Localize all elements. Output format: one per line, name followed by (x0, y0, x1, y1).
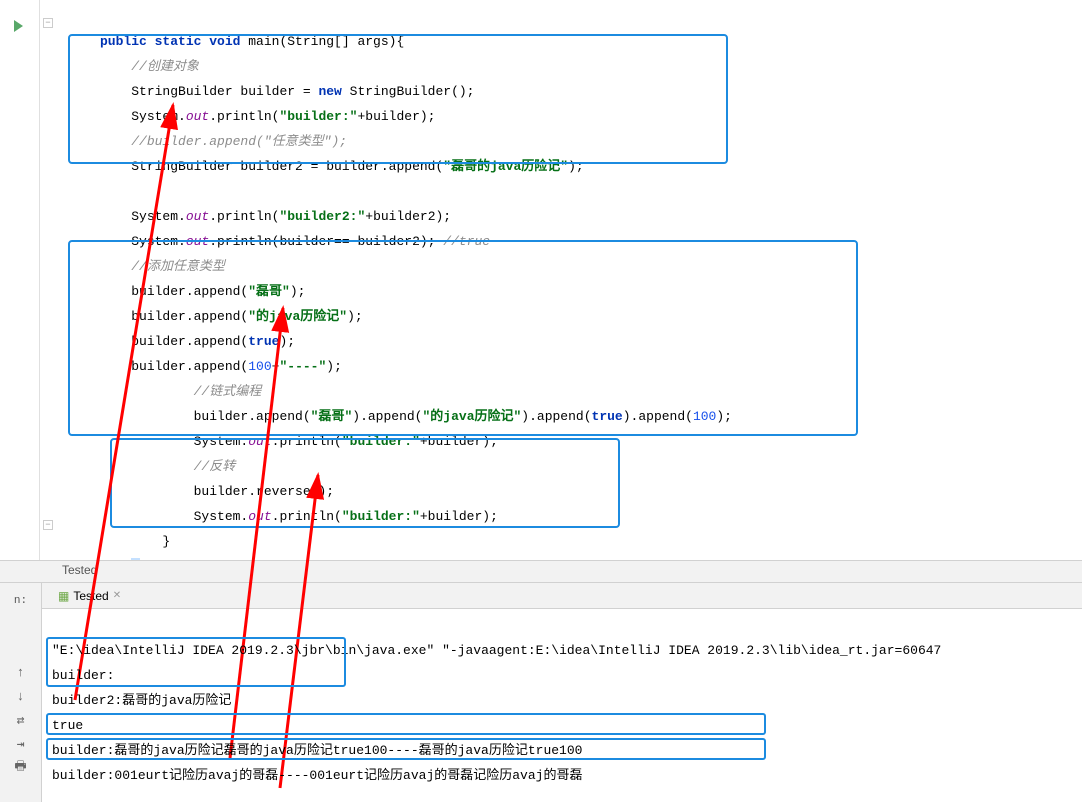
code-text: StringBuilder(); (342, 84, 475, 99)
code-text: System. (131, 234, 186, 249)
console-toolbar: n: ↑ ↓ ⇄ ⇥ 🖶 (0, 583, 42, 802)
code-text: .println( (209, 209, 279, 224)
fold-gutter: − − (40, 0, 60, 560)
console-line: "E:\idea\IntelliJ IDEA 2019.2.3\jbr\bin\… (52, 643, 941, 658)
code-text: System. (194, 434, 249, 449)
code-string: "----" (279, 359, 326, 374)
code-string: "磊哥" (311, 409, 353, 424)
code-text: ); (716, 409, 732, 424)
code-string: "磊哥" (248, 284, 290, 299)
print-icon[interactable]: 🖶 (12, 759, 30, 777)
code-text: ).append( (352, 409, 422, 424)
run-icon[interactable] (14, 20, 23, 32)
code-number: 100 (693, 409, 716, 424)
breadcrumb-item[interactable]: Tested (62, 563, 97, 577)
code-string: "磊哥的java历险记" (443, 159, 568, 174)
code-string: "builder2:" (279, 209, 365, 224)
code-text: ); (279, 334, 295, 349)
fold-minus-icon[interactable]: − (43, 18, 53, 28)
console-main: ▦ Tested ✕ "E:\idea\IntelliJ IDEA 2019.2… (42, 583, 1082, 802)
code-text: System. (194, 509, 249, 524)
code-number: 100 (248, 359, 271, 374)
code-text: ); (290, 284, 306, 299)
code-string: "builder:" (342, 434, 420, 449)
code-keyword: public static void (100, 34, 240, 49)
code-text: StringBuilder builder2 = builder.append( (131, 159, 443, 174)
code-text: .println( (272, 434, 342, 449)
console-line: builder2:磊哥的java历险记 (52, 693, 231, 708)
code-field: out (248, 434, 271, 449)
code-comment: //添加任意类型 (131, 259, 225, 274)
caret (131, 558, 140, 560)
run-gutter (0, 0, 40, 560)
breadcrumb: Tested (0, 560, 1082, 582)
code-comment: //反转 (194, 459, 236, 474)
code-editor[interactable]: public static void main(String[] args){ … (60, 0, 1082, 560)
code-text: +builder2); (365, 209, 451, 224)
code-comment: //true (443, 234, 490, 249)
code-text: +builder); (357, 109, 435, 124)
code-text: builder.append( (131, 309, 248, 324)
code-field: out (248, 509, 271, 524)
code-text: ).append( (521, 409, 591, 424)
code-text: System. (131, 109, 186, 124)
tab-tested[interactable]: ▦ Tested ✕ (52, 587, 127, 605)
console-line: builder: (52, 668, 114, 683)
code-string: "的java历险记" (422, 409, 521, 424)
code-text: .println( (209, 109, 279, 124)
code-text: System. (131, 209, 186, 224)
console-tabs: ▦ Tested ✕ (42, 583, 1082, 609)
code-text: builder.append( (131, 334, 248, 349)
code-field: out (186, 234, 209, 249)
code-brace: } (162, 534, 170, 549)
code-field: out (186, 209, 209, 224)
code-string: "builder:" (279, 109, 357, 124)
code-text: ); (568, 159, 584, 174)
code-field: out (186, 109, 209, 124)
wrap-icon[interactable]: ⇄ (12, 711, 30, 729)
close-icon[interactable]: ✕ (113, 590, 121, 601)
code-keyword: new (318, 84, 341, 99)
code-string: "的java历险记" (248, 309, 347, 324)
scroll-lock-icon[interactable]: ⇥ (12, 735, 30, 753)
fold-minus-icon[interactable]: − (43, 520, 53, 530)
code-text: builder.append( (131, 284, 248, 299)
console-line: builder:001eurt记险历avaj的哥磊----001eurt记险历a… (52, 768, 582, 783)
code-text: ).append( (623, 409, 693, 424)
run-label: n: (12, 589, 29, 613)
code-text: StringBuilder builder = (131, 84, 318, 99)
editor-pane: − − public static void main(String[] arg… (0, 0, 1082, 560)
console-output[interactable]: "E:\idea\IntelliJ IDEA 2019.2.3\jbr\bin\… (42, 609, 1082, 802)
code-brace: } (140, 559, 148, 560)
down-icon[interactable]: ↓ (12, 687, 30, 705)
code-comment: //创建对象 (131, 59, 199, 74)
annotation-box (46, 713, 766, 735)
code-text: +builder); (420, 509, 498, 524)
code-comment: //链式编程 (194, 384, 262, 399)
console-line: builder:磊哥的java历险记磊哥的java历险记true100----磊… (52, 743, 582, 758)
code-comment: //builder.append("任意类型"); (131, 134, 347, 149)
code-text: builder.reverse(); (194, 484, 334, 499)
up-icon[interactable]: ↑ (12, 663, 30, 681)
code-text: main(String[] args){ (240, 34, 404, 49)
tab-label: Tested (73, 589, 108, 603)
code-text: builder.append( (131, 359, 248, 374)
code-keyword: true (592, 409, 623, 424)
code-text: +builder); (420, 434, 498, 449)
run-tool-window: n: ↑ ↓ ⇄ ⇥ 🖶 ▦ Tested ✕ "E:\idea\Intelli… (0, 582, 1082, 802)
code-keyword: true (248, 334, 279, 349)
code-text: ); (347, 309, 363, 324)
code-text: ); (326, 359, 342, 374)
code-text: builder.append( (194, 409, 311, 424)
code-text: .println(builder== builder2); (209, 234, 443, 249)
console-line: true (52, 718, 83, 733)
code-string: "builder:" (342, 509, 420, 524)
code-text: .println( (272, 509, 342, 524)
